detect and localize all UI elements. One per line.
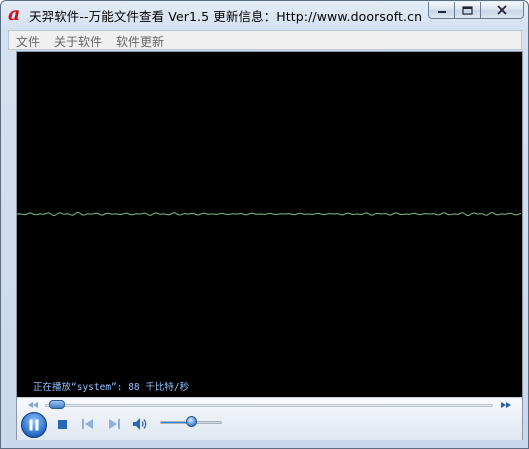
svg-text:a: a: [8, 4, 20, 24]
title-bar[interactable]: a 天羿软件--万能文件查看 Ver1.5 更新信息：Http://www.do…: [1, 1, 528, 28]
seek-bar[interactable]: [45, 404, 493, 407]
stop-icon[interactable]: [55, 417, 71, 431]
pause-icon: [29, 419, 39, 431]
close-button[interactable]: [480, 2, 524, 19]
window-title: 天羿软件--万能文件查看 Ver1.5 更新信息：Http://www.door…: [29, 9, 423, 24]
app-logo-a-icon: a: [8, 4, 20, 24]
minimize-button[interactable]: [428, 2, 454, 19]
window-controls: [428, 2, 524, 20]
transport-controls: [17, 397, 522, 440]
playback-status: 正在播放“system”: 88 千比特/秒: [33, 382, 190, 393]
minimize-icon: [437, 11, 446, 13]
waveform-visualization: [17, 212, 522, 216]
media-player: 正在播放“system”: 88 千比特/秒: [16, 51, 523, 440]
maximize-button[interactable]: [454, 2, 480, 19]
menu-update[interactable]: 软件更新: [116, 33, 164, 50]
maximize-icon: [462, 5, 473, 15]
menu-file[interactable]: 文件: [16, 33, 40, 50]
volume-thumb[interactable]: [186, 416, 197, 427]
seek-forward-icon[interactable]: [500, 401, 512, 409]
seek-back-icon[interactable]: [27, 401, 39, 409]
menu-about[interactable]: 关于软件: [54, 33, 102, 50]
visualization-area[interactable]: 正在播放“system”: 88 千比特/秒: [17, 52, 522, 397]
close-icon: [497, 5, 507, 15]
app-window: a 天羿软件--万能文件查看 Ver1.5 更新信息：Http://www.do…: [0, 0, 529, 449]
next-icon[interactable]: [106, 417, 122, 431]
seek-thumb[interactable]: [49, 400, 66, 409]
previous-icon[interactable]: [80, 417, 96, 431]
volume-icon[interactable]: [132, 417, 150, 431]
menu-bar: 文件 关于软件 软件更新: [8, 30, 522, 50]
pause-button[interactable]: [21, 412, 47, 438]
